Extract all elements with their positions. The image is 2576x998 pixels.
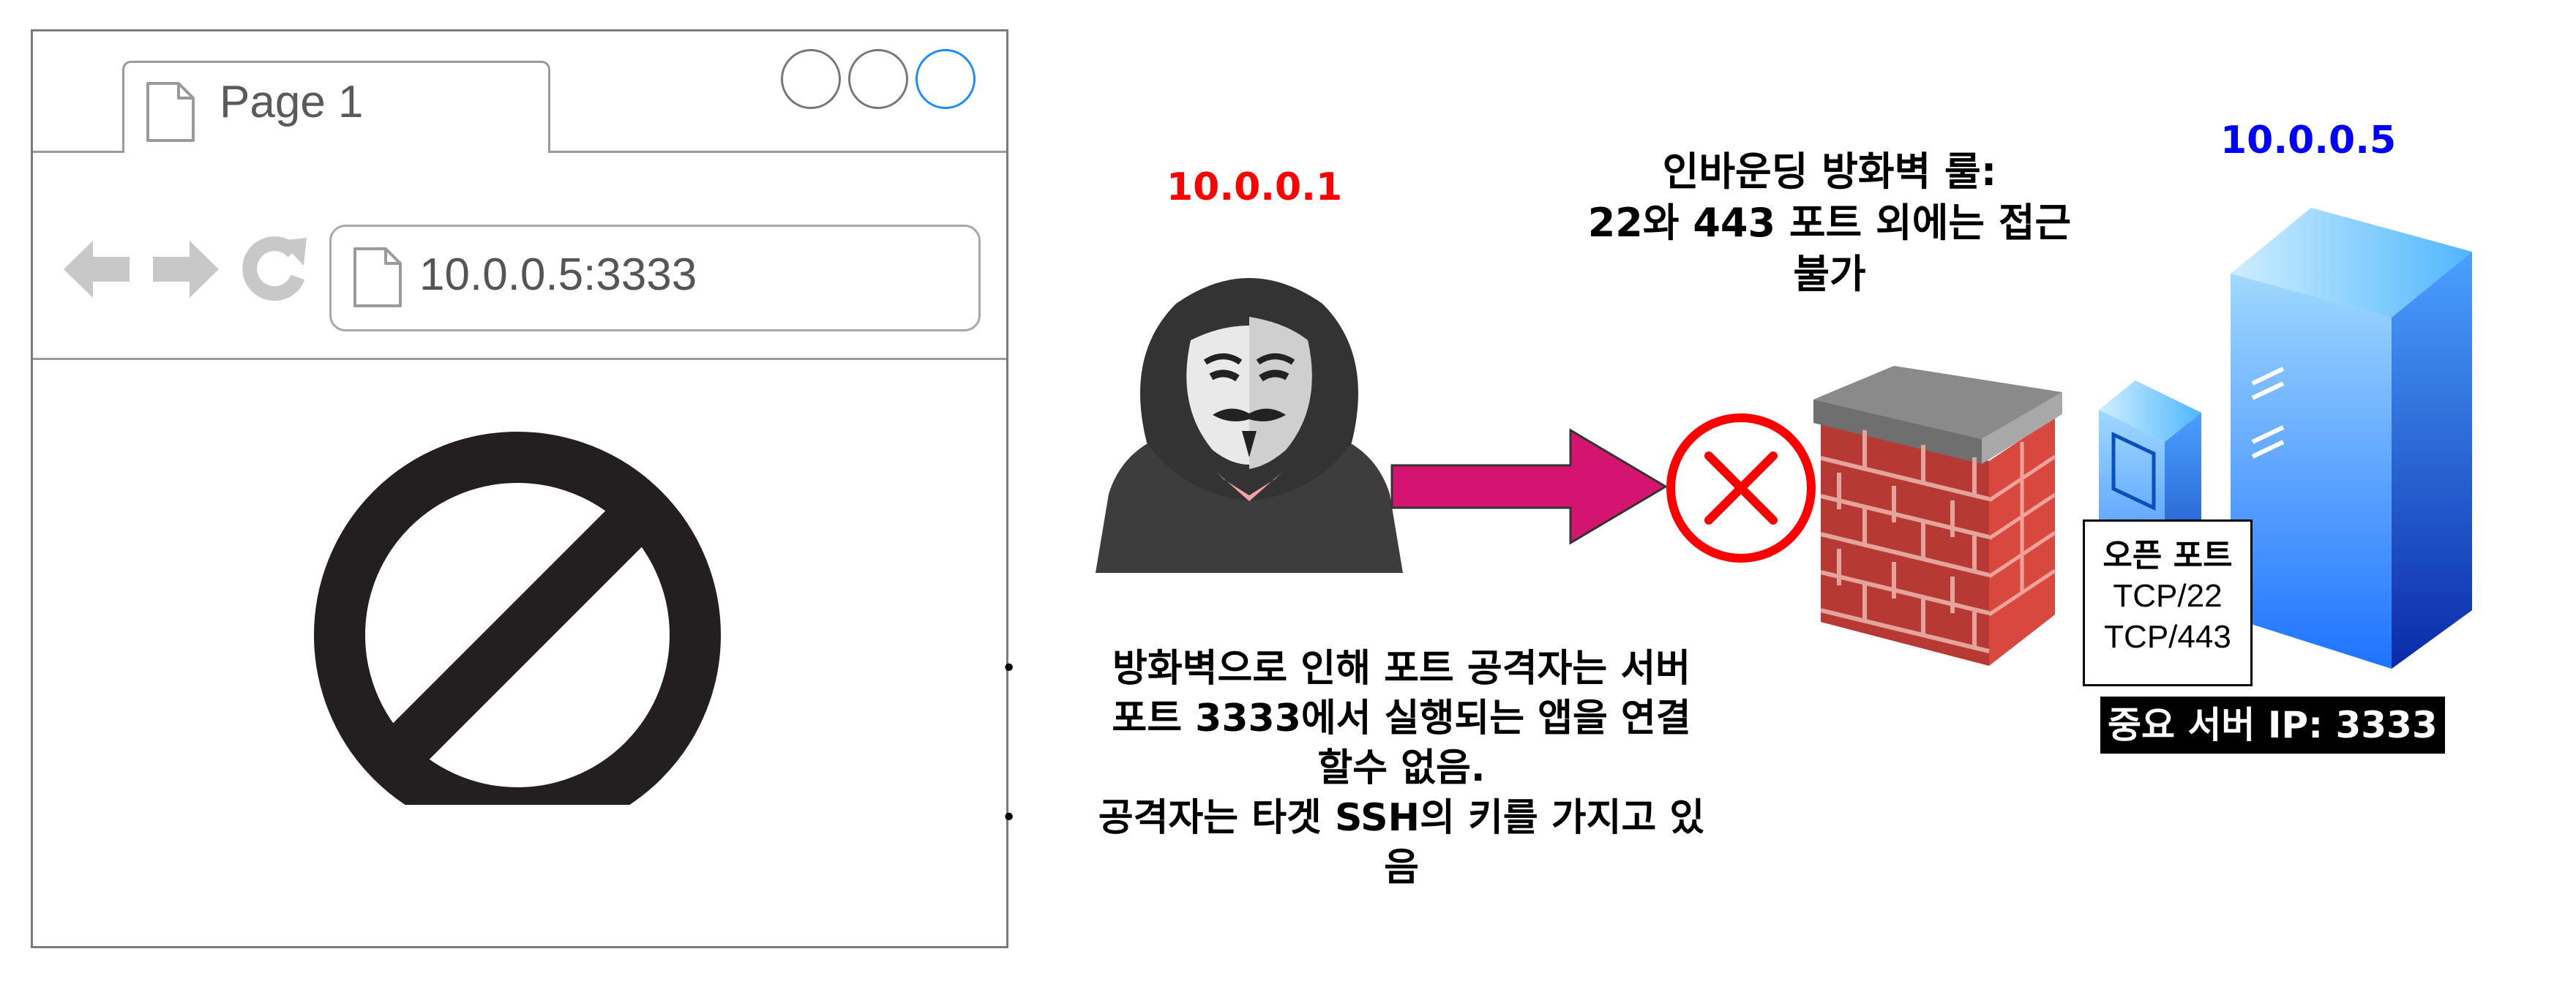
page-icon [146, 82, 195, 142]
page-content [33, 360, 1006, 946]
attack-arrow [1390, 428, 1668, 545]
firewall-rule-line: 불가 [1793, 251, 1866, 297]
close-button[interactable] [916, 49, 976, 109]
note-line: 방화벽으로 인해 포트 공격자는 서버 [1112, 647, 1690, 691]
server-ip: 10.0.0.5 [2220, 119, 2397, 162]
tab-page-1[interactable]: Page 1 [122, 61, 550, 153]
page-icon [353, 247, 402, 307]
hacker-icon [1096, 278, 1403, 573]
bullet-icon: • [1001, 803, 1017, 833]
reload-icon[interactable] [239, 233, 310, 304]
note-item: • 방화벽으로 인해 포트 공격자는 서버 포트 3333에서 실행되는 앱을 … [981, 644, 1800, 793]
address-bar[interactable]: 10.0.0.5:3333 [329, 225, 981, 331]
address-text: 10.0.0.5:3333 [419, 250, 697, 300]
note-item: • 공격자는 타겟 SSH의 키를 가지고 있 음 [981, 793, 1800, 893]
browser-window: Page 1 10.0.0.5:3333 [31, 29, 1008, 948]
open-ports-box: 오픈 포트 TCP/22 TCP/443 [2083, 519, 2253, 686]
firewall-rule-line: 인바운딩 방화벽 룰: [1662, 149, 1997, 195]
forward-arrow-icon[interactable] [150, 238, 220, 301]
blocked-icon [314, 432, 721, 805]
tab-label: Page 1 [220, 77, 364, 127]
tab-bar: Page 1 [33, 31, 1006, 153]
back-arrow-icon[interactable] [62, 238, 132, 301]
firewall-icon [1813, 366, 2062, 666]
open-port: TCP/443 [2104, 619, 2231, 655]
note-line: 포트 3333에서 실행되는 앱을 연결 [1112, 697, 1691, 740]
firewall-rule: 인바운딩 방화벽 룰: 22와 443 포트 외에는 접근 불가 [1526, 146, 2133, 300]
bullet-icon: • [1001, 653, 1017, 683]
open-ports-title: 오픈 포트 [2103, 537, 2233, 574]
open-port: TCP/22 [2113, 578, 2223, 614]
note-line: 할수 없음. [1317, 746, 1486, 790]
navigation-toolbar: 10.0.0.5:3333 [33, 153, 1006, 360]
notes-list: • 방화벽으로 인해 포트 공격자는 서버 포트 3333에서 실행되는 앱을 … [981, 644, 1800, 893]
minimize-button[interactable] [781, 49, 841, 109]
attacker-ip: 10.0.0.1 [1167, 165, 1343, 209]
note-line: 공격자는 타겟 SSH의 키를 가지고 있 [1098, 796, 1705, 840]
maximize-button[interactable] [848, 49, 908, 109]
note-line: 음 [1384, 846, 1419, 890]
firewall-rule-line: 22와 443 포트 외에는 접근 [1587, 200, 2072, 246]
server-label: 중요 서버 IP: 3333 [2100, 697, 2445, 754]
block-x-icon [1666, 413, 1816, 563]
